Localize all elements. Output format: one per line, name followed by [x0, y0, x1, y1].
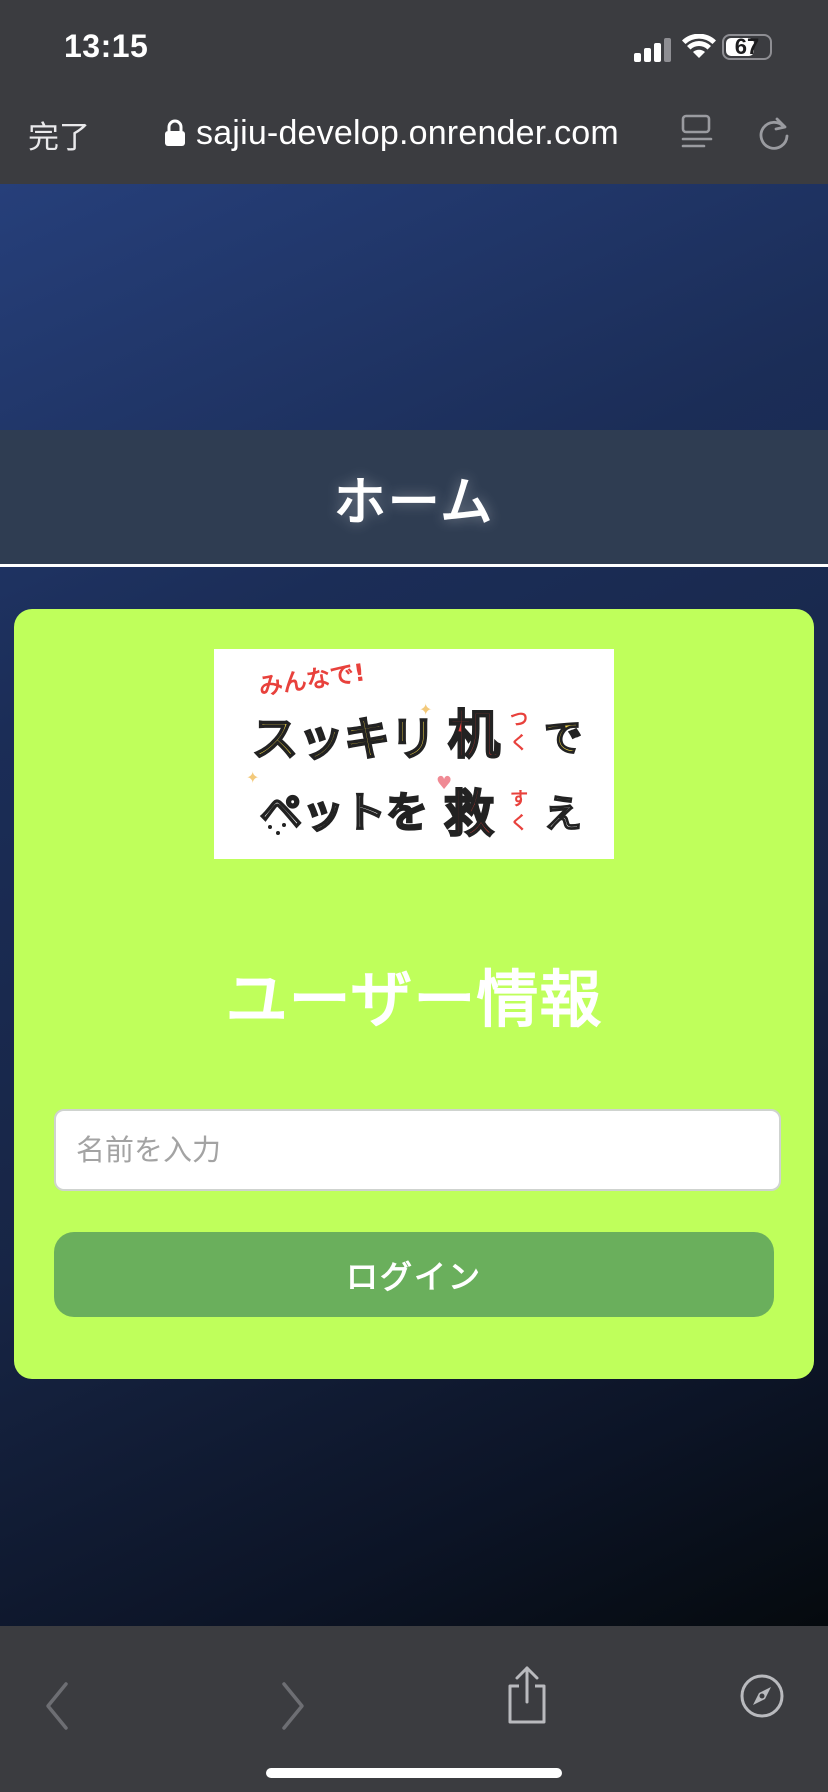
- svg-text:✦: ✦: [246, 768, 259, 787]
- svg-text:で: で: [544, 716, 582, 760]
- home-indicator: [266, 1768, 562, 1778]
- browser-chrome: 13:15 67 完了 sajiu-develop.onrender.com: [0, 0, 828, 184]
- web-page: ホーム みんなで! スッキリ 机 つ く で ✦ ✦ ペットを ♥ 救 す く …: [0, 184, 828, 1626]
- reader-mode-icon[interactable]: [680, 114, 714, 150]
- header-divider: [0, 564, 828, 567]
- login-button[interactable]: ログイン: [54, 1232, 774, 1317]
- svg-text:机: 机: [448, 706, 500, 766]
- svg-text:え: え: [544, 792, 582, 836]
- url-text: sajiu-develop.onrender.com: [196, 113, 619, 152]
- share-icon[interactable]: [504, 1664, 550, 1726]
- lock-icon: [165, 119, 185, 146]
- status-time: 13:15: [64, 28, 149, 64]
- address-bar[interactable]: sajiu-develop.onrender.com: [164, 108, 619, 158]
- wifi-icon: [682, 34, 716, 58]
- svg-text:く: く: [510, 733, 528, 754]
- campaign-logo: みんなで! スッキリ 机 つ く で ✦ ✦ ペットを ♥ 救 す く え: [214, 649, 614, 859]
- name-input[interactable]: [54, 1109, 781, 1191]
- svg-text:救: 救: [444, 785, 494, 843]
- page-title: ホーム: [333, 472, 495, 533]
- user-info-title: ユーザー情報: [225, 963, 603, 1036]
- battery-icon: 67: [722, 34, 772, 60]
- chevron-right-icon[interactable]: [276, 1676, 310, 1736]
- svg-text:つ: つ: [510, 709, 528, 730]
- svg-text:す: す: [510, 789, 528, 810]
- done-button[interactable]: 完了: [28, 112, 90, 157]
- cellular-signal-icon: [634, 36, 674, 62]
- browser-toolbar: [0, 1626, 828, 1792]
- svg-text:ペットを: ペットを: [260, 788, 428, 837]
- battery-percent: 67: [734, 34, 760, 59]
- svg-text:スッキリ: スッキリ: [252, 712, 436, 766]
- compass-icon[interactable]: [738, 1672, 786, 1720]
- svg-text:く: く: [510, 813, 528, 834]
- svg-text:✦: ✦: [419, 700, 432, 719]
- page-header: ホーム: [0, 430, 828, 564]
- chevron-left-icon[interactable]: [40, 1676, 74, 1736]
- login-card: みんなで! スッキリ 机 つ く で ✦ ✦ ペットを ♥ 救 す く え ユー…: [14, 609, 814, 1379]
- reload-icon[interactable]: [756, 114, 792, 152]
